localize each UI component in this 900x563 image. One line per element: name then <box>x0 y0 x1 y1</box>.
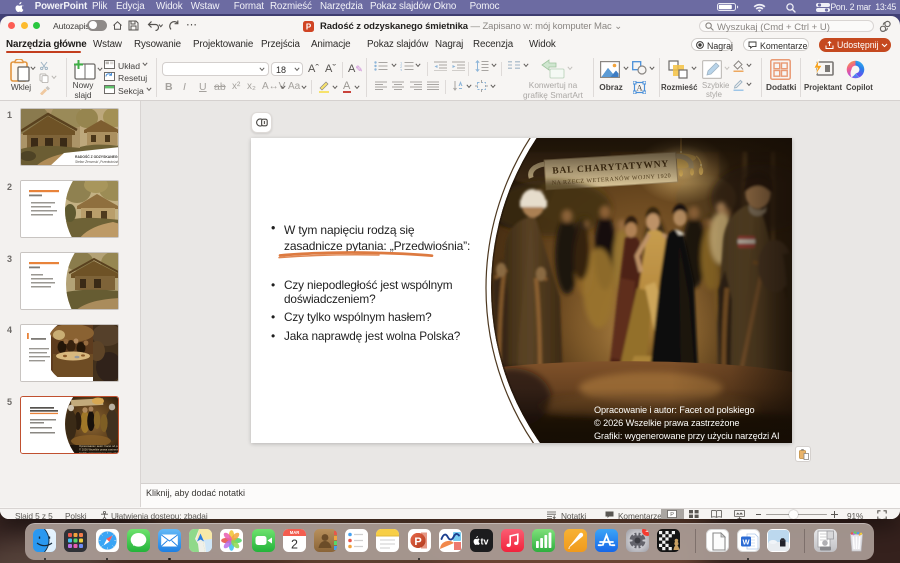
svg-text:Stefan Żeromski „Przedwiośnie”: Stefan Żeromski „Przedwiośnie” <box>75 160 119 164</box>
svg-text:W: W <box>742 537 750 546</box>
svg-text:Opracowanie i autor: Facet od: Opracowanie i autor: Facet od polskiego <box>79 444 119 448</box>
svg-text:RADOŚĆ Z ODZYSKANEGO ŚMIE: RADOŚĆ Z ODZYSKANEGO ŚMIE <box>75 154 119 159</box>
svg-text:A: A <box>637 83 643 92</box>
svg-text:tv: tv <box>481 536 489 546</box>
svg-text:P: P <box>306 22 312 31</box>
svg-text:3: 3 <box>400 67 403 71</box>
svg-text:MAR: MAR <box>290 530 300 535</box>
svg-text:© 2026 Wszelkie prawa zastrzeż: © 2026 Wszelkie prawa zastrzeżone <box>79 447 119 451</box>
svg-text:Grafiki: wygenerowane przy uży: Grafiki: wygenerowane przy użyciu AI <box>79 451 119 454</box>
svg-text:P: P <box>670 512 674 518</box>
svg-text:P: P <box>414 536 421 548</box>
svg-text:2: 2 <box>291 538 298 552</box>
